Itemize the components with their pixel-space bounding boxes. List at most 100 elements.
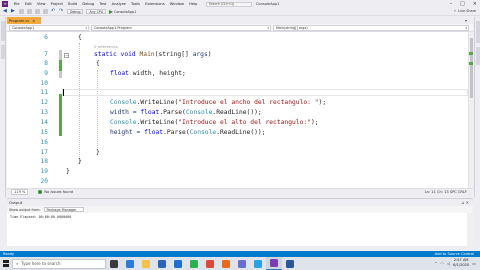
output-text-area[interactable]: Time Elapsed: 00:00:00.0000000 — [7, 213, 467, 247]
output-scrollbar[interactable] — [467, 213, 473, 247]
toolbox-tab[interactable] — [1, 45, 5, 59]
line-number: 10 — [40, 80, 48, 87]
undo-icon[interactable]: ↶ — [51, 9, 56, 14]
taskbar-app-spotify[interactable] — [186, 257, 202, 270]
menu-window[interactable]: Window — [167, 2, 186, 6]
menu-analyze[interactable]: Analyze — [109, 2, 128, 6]
menu-test[interactable]: Test — [97, 2, 109, 6]
project-dropdown[interactable]: ConsoleApp1 ▾ — [9, 24, 89, 31]
menu-file[interactable]: File — [11, 2, 22, 6]
member-dropdown[interactable]: Main(string[] args) ▾ — [273, 24, 469, 31]
solution-explorer-tab[interactable] — [476, 21, 480, 43]
code-line: Console.WriteLine("Introduce el alto del… — [110, 119, 319, 126]
windows-logo-icon — [2, 260, 10, 267]
tab-program-cs[interactable]: Program.cs × — [7, 17, 41, 24]
collapse-icon[interactable]: − — [64, 53, 69, 58]
search-box[interactable]: Search (Ctrl+Q) — [205, 1, 252, 7]
source-control-button[interactable]: Add to Source Control — [435, 252, 474, 256]
taskbar-app-store[interactable] — [154, 257, 170, 270]
forward-icon[interactable]: ▶ — [11, 9, 16, 14]
tab-close-icon[interactable]: × — [32, 19, 35, 23]
chrome-icon — [206, 259, 214, 268]
start-debug-button[interactable]: ConsoleApp1 — [109, 9, 136, 14]
menu-tools[interactable]: Tools — [128, 2, 142, 6]
save-icon[interactable] — [35, 9, 40, 14]
save-all-icon[interactable] — [43, 9, 48, 14]
line-number: 7 — [44, 51, 48, 58]
keyword: static void — [94, 51, 140, 58]
notifications-icon[interactable]: ▭ — [472, 261, 476, 266]
window-controls: – □ × — [450, 1, 477, 7]
platform-select[interactable]: Any CPU — [86, 9, 107, 14]
maximize-icon[interactable]: □ — [460, 1, 465, 7]
search-icon: ⌕ — [16, 261, 19, 266]
output-toolbar: Show output from: Package Manager — [7, 206, 473, 213]
file-explorer-icon — [142, 259, 150, 268]
taskbar-app-file-explorer[interactable] — [138, 257, 154, 270]
windows-taskbar: ⌕ Type here to search ⌃ ◠ ◁ 2:57 AM 6/1/… — [0, 257, 480, 270]
menu-debug[interactable]: Debug — [80, 2, 97, 6]
start-button[interactable] — [0, 257, 12, 270]
new-item-icon[interactable] — [19, 9, 24, 14]
back-icon[interactable]: ◀ — [3, 9, 8, 14]
output-source-select[interactable]: Package Manager — [43, 207, 84, 212]
parameter-name: args — [192, 51, 208, 58]
pin-icon[interactable]: ⊿ ✕ — [461, 200, 469, 205]
spotify-icon — [190, 259, 198, 268]
left-tool-strip — [0, 17, 6, 197]
close-icon[interactable]: × — [473, 1, 477, 7]
type-dropdown[interactable]: ConsoleApp1.Program ▾ — [91, 24, 271, 31]
team-explorer-tab[interactable] — [476, 47, 480, 65]
output-header: Output ⊿ ✕ — [7, 199, 473, 206]
current-line-highlight — [62, 89, 468, 96]
volume-icon[interactable]: ◁ — [447, 261, 450, 266]
tab-dropdown-icon[interactable]: ▾ — [465, 18, 467, 23]
taskbar-app-edge[interactable] — [122, 257, 138, 270]
network-icon[interactable]: ◠ — [441, 261, 445, 266]
line-number: 6 — [44, 34, 48, 41]
menu-help[interactable]: Help — [187, 2, 200, 6]
system-tray: ⌃ ◠ ◁ 2:57 AM 6/1/2020 ▭ — [434, 258, 476, 268]
menu-project[interactable]: Project — [48, 2, 65, 6]
taskbar-app-chrome[interactable] — [202, 257, 218, 270]
tray-chevron-icon[interactable]: ⌃ — [434, 261, 437, 266]
menu-build[interactable]: Build — [66, 2, 80, 6]
taskbar-app-photos[interactable] — [234, 257, 250, 270]
taskbar-app-mail[interactable] — [170, 257, 186, 270]
document-tab-row: Program.cs × ▾ — [7, 17, 473, 24]
redo-icon[interactable]: ↷ — [59, 9, 64, 14]
taskbar-app-skype[interactable] — [250, 257, 266, 270]
change-marker — [469, 52, 473, 55]
live-share-icon: ⇪ — [453, 9, 457, 13]
taskbar-app-task-view[interactable] — [106, 257, 122, 270]
live-share-button[interactable]: ⇪ Live Share — [453, 9, 476, 13]
taskbar-app-firefox[interactable] — [218, 257, 234, 270]
minimize-icon[interactable]: – — [450, 1, 453, 7]
menu-edit[interactable]: Edit — [22, 2, 34, 6]
code-text: width, height; — [132, 70, 186, 77]
type-name: Console — [185, 109, 213, 116]
code-line: width = float.Parse(Console.ReadLine()); — [110, 109, 262, 116]
server-explorer-tab[interactable] — [1, 21, 5, 41]
zoom-level[interactable]: 119 % — [11, 189, 29, 195]
open-icon[interactable] — [27, 9, 32, 14]
editor-status-row: 119 % No issues found Ln: 11 Ch: 13 SPC … — [7, 188, 473, 195]
cursor-position: Ln: 11 Ch: 13 SPC CRLF — [424, 190, 467, 194]
code-editor[interactable]: − 6 { 0 references 7 static void Main(st… — [7, 32, 468, 188]
configuration-select[interactable]: Debug — [67, 9, 84, 14]
menu-extensions[interactable]: Extensions — [142, 2, 167, 6]
menu-view[interactable]: View — [34, 2, 48, 6]
code-line: } — [78, 158, 82, 165]
code-line: } — [96, 149, 100, 156]
editor-vertical-scrollbar[interactable] — [468, 32, 473, 188]
taskbar-app-word[interactable] — [282, 257, 298, 270]
taskbar-app-visual-studio[interactable] — [266, 257, 282, 270]
taskbar-search[interactable]: ⌕ Type here to search — [12, 258, 106, 269]
codelens-references[interactable]: 0 references — [94, 44, 118, 49]
code-text: ()); — [246, 109, 262, 116]
scrollbar-thumb[interactable] — [470, 38, 473, 98]
clock[interactable]: 2:57 AM 6/1/2020 — [453, 258, 469, 268]
method-call: .ReadLine — [212, 109, 247, 116]
issues-indicator[interactable]: No issues found — [38, 190, 73, 194]
code-line: } — [66, 168, 70, 175]
